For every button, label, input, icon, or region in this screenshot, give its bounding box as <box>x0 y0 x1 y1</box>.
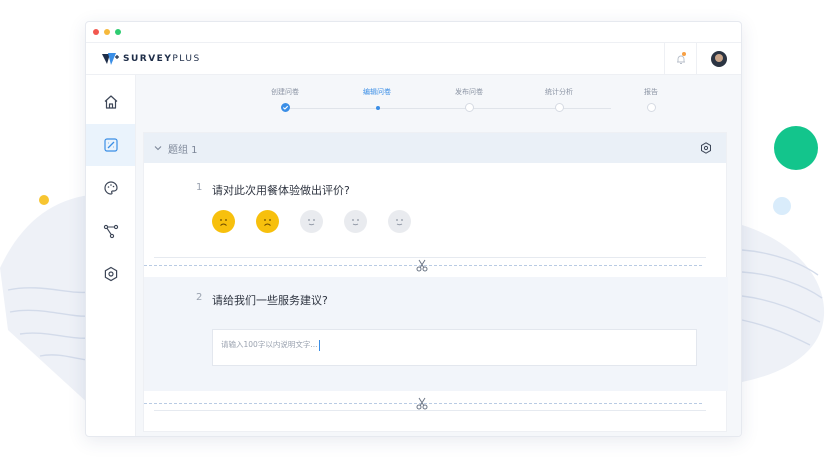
notification-button[interactable] <box>664 43 696 75</box>
suggestion-textarea[interactable]: 请输入100字以内说明文字... <box>212 329 697 366</box>
progress-steps: 创建问卷 编辑问卷 发布问卷 统计分析 报告 <box>136 75 741 131</box>
logo-text-plus: PLUS <box>172 53 201 64</box>
group-title: 题组 1 <box>168 144 198 156</box>
sidebar-item-theme[interactable] <box>86 167 135 209</box>
question-number: 2 <box>196 292 203 303</box>
question-1[interactable]: 1 请对此次用餐体验做出评价? <box>144 163 726 265</box>
check-icon <box>282 105 288 110</box>
question-title: 请给我们一些服务建议? <box>212 294 328 307</box>
question-title: 请对此次用餐体验做出评价? <box>212 184 350 197</box>
step-edit-survey[interactable]: 编辑问卷 <box>347 87 407 112</box>
maximize-window-button[interactable] <box>115 29 121 35</box>
avatar <box>711 51 727 67</box>
sad-face-icon <box>264 219 271 226</box>
decor-dot-yellow <box>39 195 49 205</box>
step-label: 创建问卷 <box>271 88 299 96</box>
editor-main: 创建问卷 编辑问卷 发布问卷 统计分析 报告 题组 1 1 请对此次用餐体验做出… <box>136 75 741 436</box>
logo-text: SURVEYPLUS <box>123 54 201 64</box>
rating-face-4[interactable] <box>344 210 367 233</box>
neutral-face-icon <box>396 219 403 226</box>
flow-icon <box>103 224 118 239</box>
question-2[interactable]: 2 请给我们一些服务建议? 请输入100字以内说明文字... <box>144 277 728 391</box>
sidebar-item-home[interactable] <box>86 81 135 123</box>
divider-line <box>154 410 706 411</box>
rating-face-2[interactable] <box>256 210 279 233</box>
step-node <box>464 103 474 112</box>
step-node <box>646 103 656 112</box>
step-create-survey[interactable]: 创建问卷 <box>255 87 315 112</box>
user-menu[interactable] <box>696 43 741 75</box>
settings-icon <box>104 266 117 282</box>
sidebar-item-settings[interactable] <box>86 253 135 295</box>
step-label: 编辑问卷 <box>363 88 391 96</box>
step-label: 发布问卷 <box>455 88 483 96</box>
question-number: 1 <box>196 182 203 193</box>
gear-icon[interactable] <box>700 142 712 154</box>
rating-face-5[interactable] <box>388 210 411 233</box>
question-divider <box>144 257 728 273</box>
group-header[interactable]: 题组 1 <box>144 133 726 163</box>
step-publish-survey[interactable]: 发布问卷 <box>439 87 499 112</box>
notification-dot <box>682 52 686 56</box>
neutral-face-icon <box>308 219 315 226</box>
decor-dot-green <box>774 126 818 170</box>
stage: SURVEYPLUS 创建问卷 编辑问卷 发布问卷 统计分析 报告 题组 1 1… <box>0 0 828 461</box>
step-node <box>554 103 564 112</box>
neutral-face-icon <box>352 219 359 226</box>
step-label: 统计分析 <box>545 88 573 96</box>
step-done-node <box>280 103 290 112</box>
chevron-down-icon[interactable] <box>154 145 162 151</box>
scissors-icon[interactable] <box>416 259 428 272</box>
minimize-window-button[interactable] <box>104 29 110 35</box>
sad-face-icon <box>220 219 227 226</box>
question-group: 题组 1 1 请对此次用餐体验做出评价? 2 请给我们一些服务建议? 请输入10… <box>143 132 728 432</box>
logo[interactable]: SURVEYPLUS <box>102 52 201 66</box>
step-label: 报告 <box>644 88 658 96</box>
sidebar-item-edit-survey[interactable] <box>86 124 135 166</box>
question-divider <box>144 397 728 411</box>
sidebar-item-logic[interactable] <box>86 210 135 252</box>
palette-icon <box>103 181 118 195</box>
logo-text-survey: SURVEY <box>123 53 173 64</box>
home-icon <box>104 95 117 109</box>
step-current-node <box>373 103 382 112</box>
edit-survey-icon <box>103 138 118 152</box>
rating-faces <box>212 210 411 233</box>
app-window: SURVEYPLUS 创建问卷 编辑问卷 发布问卷 统计分析 报告 题组 1 1… <box>85 21 742 437</box>
close-window-button[interactable] <box>93 29 99 35</box>
top-bar: SURVEYPLUS <box>86 43 741 75</box>
step-statistics[interactable]: 统计分析 <box>529 87 589 112</box>
scissors-icon[interactable] <box>416 397 428 410</box>
rating-face-3[interactable] <box>300 210 323 233</box>
divider-line <box>154 257 706 258</box>
sidebar <box>86 75 136 436</box>
decor-dot-blue <box>773 197 791 215</box>
rating-face-1[interactable] <box>212 210 235 233</box>
step-report[interactable]: 报告 <box>621 87 681 112</box>
window-titlebar <box>86 22 741 43</box>
top-actions <box>664 43 741 75</box>
textarea-placeholder: 请输入100字以内说明文字... <box>221 340 318 349</box>
text-caret <box>319 339 321 351</box>
logo-mark-icon <box>102 52 119 65</box>
